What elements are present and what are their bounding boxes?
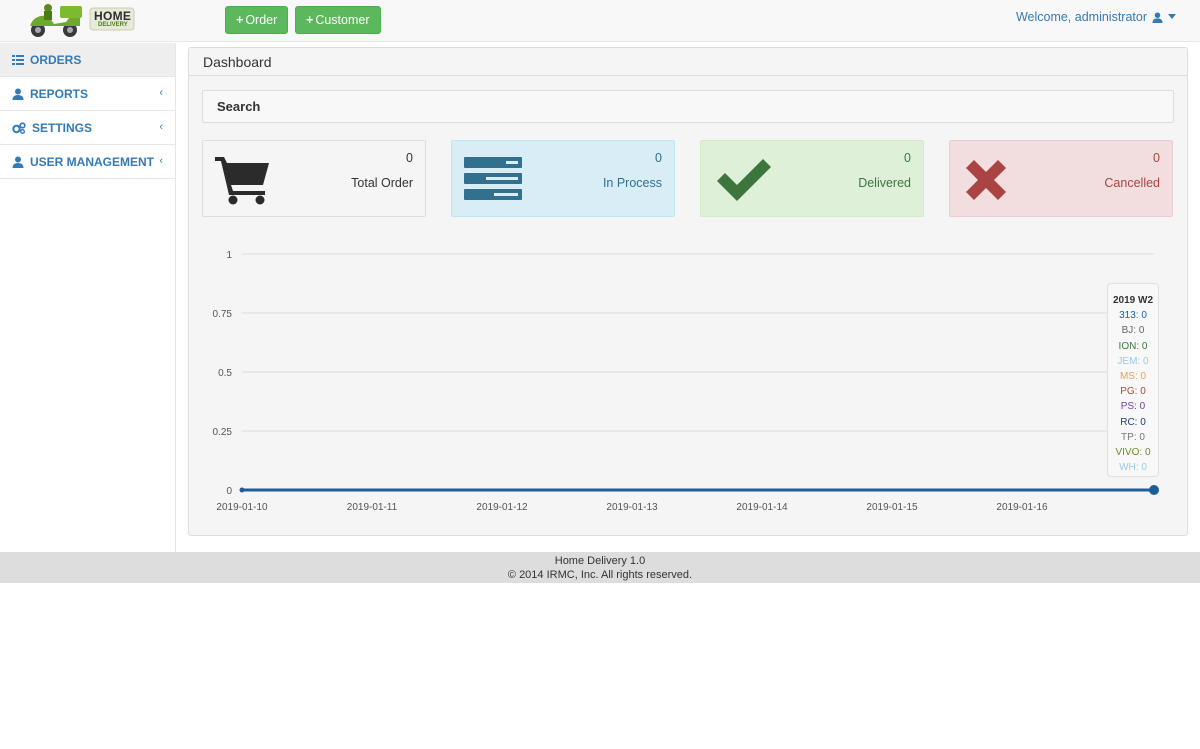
logo-text-delivery: DELIVERY bbox=[98, 22, 128, 28]
sidebar: ORDERS REPORTS ‹ SETTINGS ‹ USER MANAGEM… bbox=[0, 43, 176, 552]
x-tick-label: 2019-01-15 bbox=[866, 502, 918, 513]
home-delivery-logo[interactable]: HOME DELIVERY bbox=[14, 0, 136, 38]
add-customer-label: Customer bbox=[315, 13, 370, 27]
footer-copyright: © 2014 IRMC, Inc. All rights reserved. bbox=[507, 569, 693, 581]
tooltip-row: WH: 0 bbox=[1119, 462, 1147, 474]
x-tick-label: 2019-01-14 bbox=[736, 502, 788, 513]
y-tick-label: 0.5 bbox=[218, 368, 232, 379]
stat-label: In Process bbox=[602, 176, 662, 190]
top-navbar: HOME DELIVERY + Order + Customer Welcome, … bbox=[0, 0, 1200, 42]
x-tick-label: 2019-01-11 bbox=[347, 502, 398, 513]
sidebar-item-user-management[interactable]: USER MANAGEMENT ‹ bbox=[0, 145, 175, 179]
chart-svg: 0 0.25 0.5 0.75 1 2019-01-10 2019-01-11 2019-01… bbox=[213, 250, 1159, 513]
chevron-left-icon: ‹ bbox=[159, 155, 163, 167]
sidebar-item-reports[interactable]: REPORTS ‹ bbox=[0, 77, 175, 111]
chevron-left-icon: ‹ bbox=[159, 87, 163, 99]
sidebar-item-label: USER MANAGEMENT bbox=[30, 154, 155, 169]
logo-text-home: HOME bbox=[94, 9, 132, 23]
stat-card-total-order[interactable]: 0 Total Order bbox=[202, 140, 426, 217]
stat-label: Delivered bbox=[858, 176, 911, 190]
stat-value: 0 bbox=[406, 151, 413, 165]
tooltip-row: 313: 0 bbox=[1119, 310, 1147, 322]
dashboard-panel: Dashboard Search 0 Total Order 0 In Proc… bbox=[188, 47, 1188, 536]
stat-card-delivered[interactable]: 0 Delivered bbox=[700, 140, 924, 217]
welcome-text: Welcome, administrator bbox=[1015, 10, 1147, 24]
y-tick-label: 0.75 bbox=[213, 309, 233, 320]
tooltip-row: JEM: 0 bbox=[1117, 355, 1149, 367]
tooltip-row: BJ: 0 bbox=[1121, 325, 1145, 337]
tooltip-row: PG: 0 bbox=[1120, 386, 1146, 398]
list-icon bbox=[12, 54, 24, 66]
stat-value: 0 bbox=[904, 151, 911, 165]
sidebar-item-label: REPORTS bbox=[30, 86, 89, 101]
stat-label: Cancelled bbox=[1104, 176, 1160, 190]
page-title: Dashboard bbox=[189, 48, 1187, 76]
stat-card-in-process[interactable]: 0 In Process bbox=[451, 140, 675, 217]
x-tick-label: 2019-01-10 bbox=[216, 502, 268, 513]
tooltip-row: PS: 0 bbox=[1120, 401, 1146, 413]
footer: Home Delivery 1.0 © 2014 IRMC, Inc. All … bbox=[0, 552, 1200, 583]
tooltip-row: RC: 0 bbox=[1120, 416, 1146, 428]
footer-app-version: Home Delivery 1.0 bbox=[554, 555, 646, 567]
user-icon bbox=[12, 88, 24, 100]
y-tick-label: 0 bbox=[226, 486, 232, 497]
data-point bbox=[239, 487, 245, 493]
tooltip-row: MS: 0 bbox=[1119, 371, 1147, 383]
plus-icon: + bbox=[306, 13, 314, 27]
plus-icon: + bbox=[236, 13, 244, 27]
y-tick-label: 1 bbox=[226, 250, 232, 261]
close-icon bbox=[966, 160, 1006, 203]
stat-value: 0 bbox=[1153, 151, 1160, 165]
sidebar-item-settings[interactable]: SETTINGS ‹ bbox=[0, 111, 175, 145]
tooltip-row: TP: 0 bbox=[1121, 431, 1145, 443]
check-icon bbox=[717, 159, 771, 204]
user-icon bbox=[12, 156, 24, 168]
sidebar-item-label: ORDERS bbox=[30, 52, 82, 67]
tasks-icon bbox=[464, 155, 524, 206]
sidebar-item-orders[interactable]: ORDERS bbox=[0, 43, 175, 77]
x-tick-label: 2019-01-12 bbox=[476, 502, 528, 513]
search-panel-toggle[interactable]: Search bbox=[202, 90, 1174, 123]
add-customer-button[interactable]: + Customer bbox=[295, 6, 381, 34]
tooltip-title: 2019 W2 bbox=[1112, 295, 1154, 306]
x-tick-label: 2019-01-13 bbox=[606, 502, 658, 513]
x-tick-label: 2019-01-16 bbox=[996, 502, 1048, 513]
orders-line-chart: 0 0.25 0.5 0.75 1 2019-01-10 2019-01-11 2019-01… bbox=[189, 233, 1187, 523]
add-order-button[interactable]: + Order bbox=[225, 6, 289, 34]
tooltip-row: ION: 0 bbox=[1118, 340, 1148, 352]
cart-icon bbox=[215, 155, 271, 208]
stat-value: 0 bbox=[655, 151, 662, 165]
chevron-left-icon: ‹ bbox=[159, 121, 163, 133]
data-point bbox=[1149, 485, 1159, 495]
stat-card-cancelled[interactable]: 0 Cancelled bbox=[949, 140, 1173, 217]
stat-label: Total Order bbox=[351, 176, 413, 190]
chart-tooltip: 2019 W2 313: 0 BJ: 0 ION: 0 JEM: 0 MS: 0 PG: … bbox=[1107, 283, 1159, 477]
user-menu-toggle[interactable]: Welcome, administrator bbox=[1016, 10, 1176, 24]
add-order-label: Order bbox=[245, 13, 278, 27]
user-icon bbox=[1152, 11, 1163, 23]
gears-icon bbox=[12, 121, 26, 134]
sidebar-item-label: SETTINGS bbox=[32, 120, 93, 135]
y-tick-label: 0.25 bbox=[213, 427, 233, 438]
search-label: Search bbox=[217, 99, 261, 114]
tooltip-row: VIVO: 0 bbox=[1115, 447, 1151, 459]
caret-down-icon bbox=[1168, 14, 1176, 19]
